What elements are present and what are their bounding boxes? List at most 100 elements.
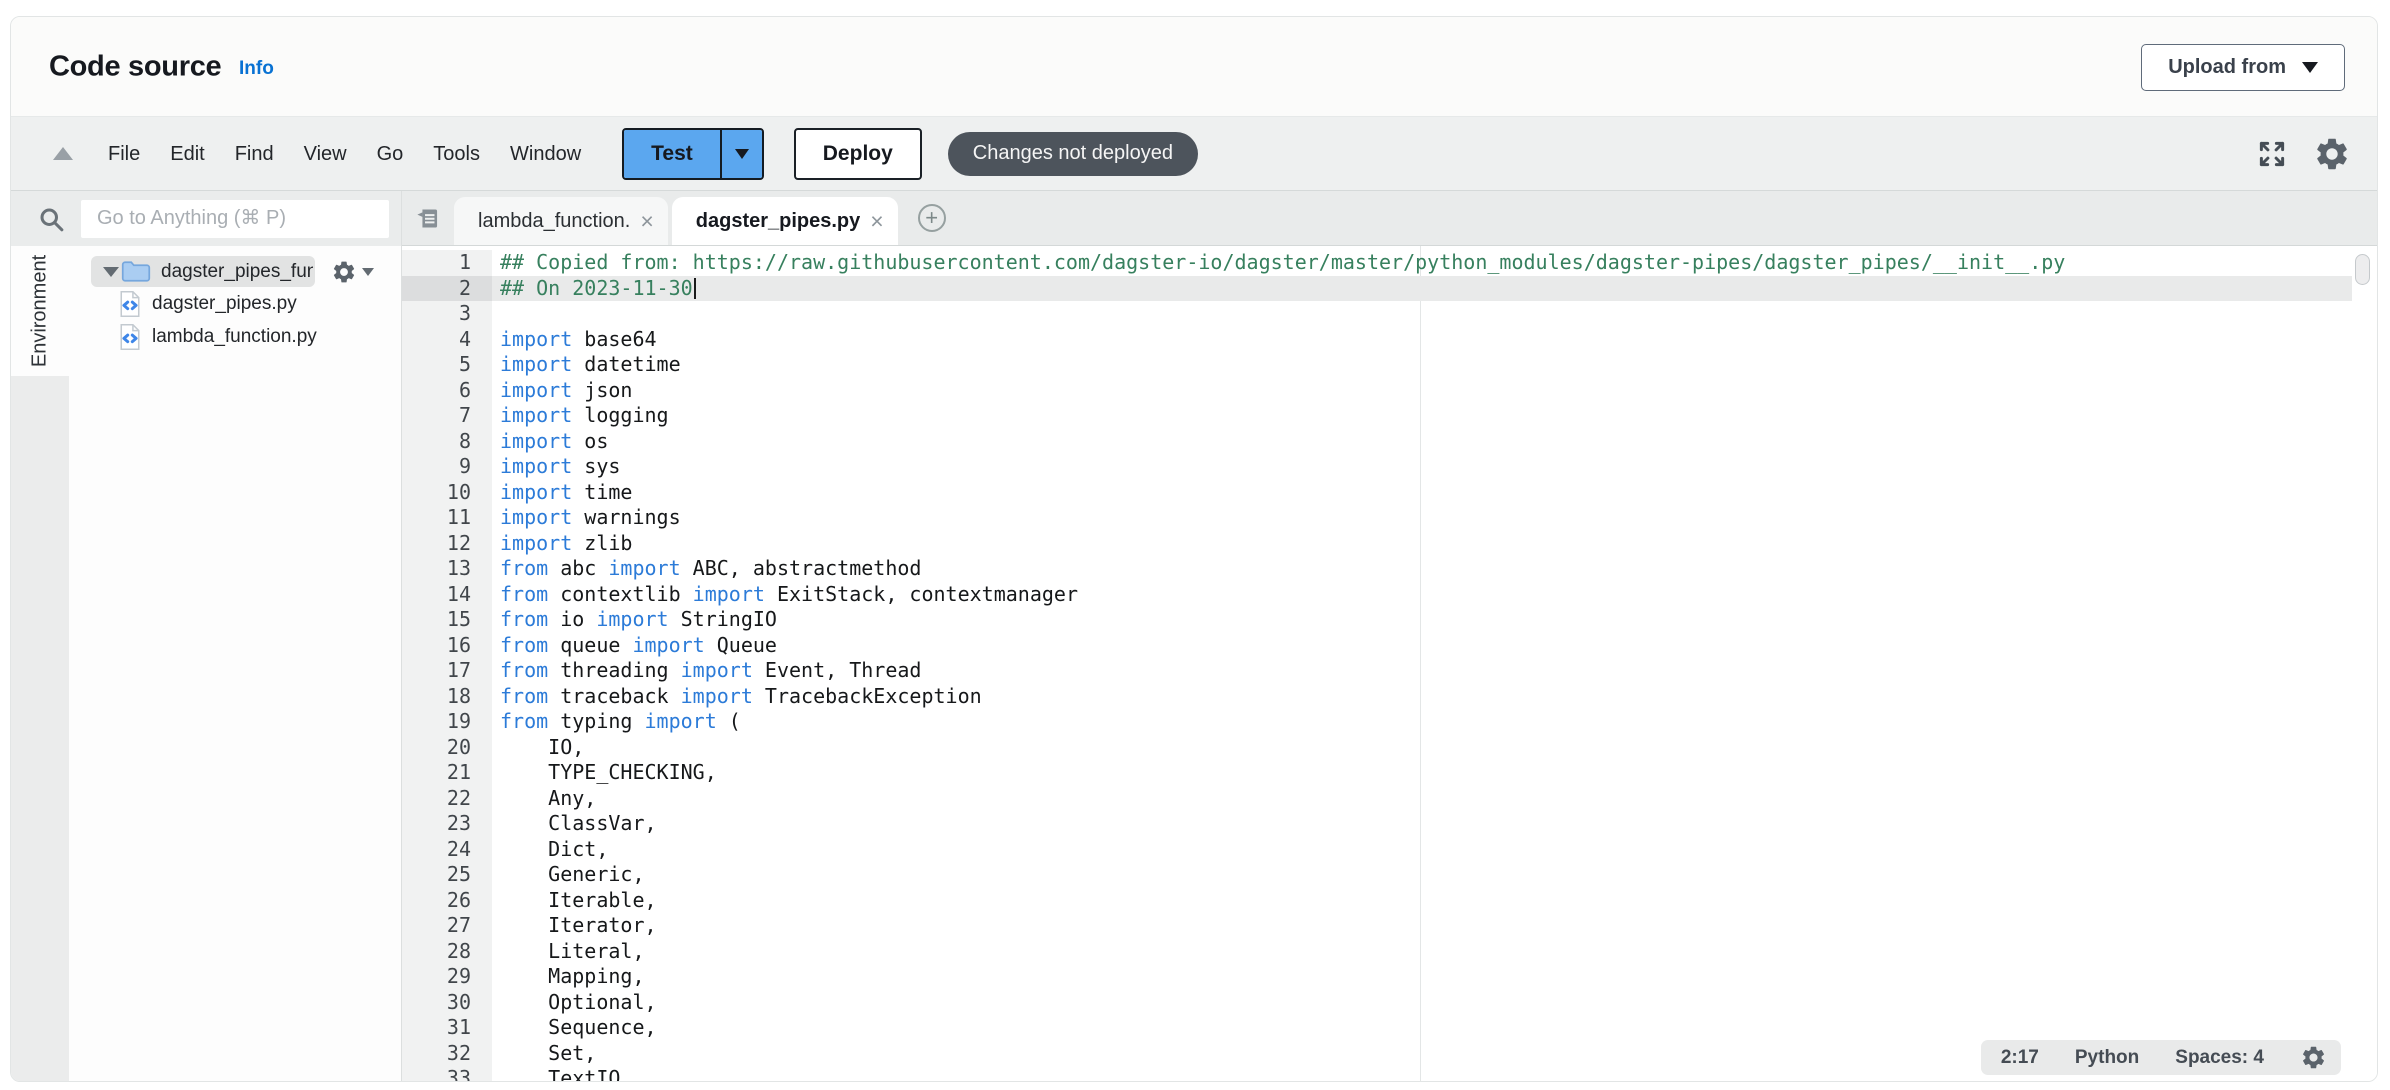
code-text: import datetime: [492, 352, 681, 378]
menubar-right: [2257, 135, 2377, 173]
code-line-6[interactable]: 6import json: [402, 378, 2352, 404]
code-line-29[interactable]: 29 Mapping,: [402, 964, 2352, 990]
code-line-12[interactable]: 12import zlib: [402, 531, 2352, 557]
menu-edit[interactable]: Edit: [155, 117, 219, 191]
line-number: 7: [402, 403, 492, 429]
code-text: [492, 301, 500, 327]
code-editor[interactable]: 1## Copied from: https://raw.githubuserc…: [402, 246, 2377, 1082]
vertical-scrollbar-thumb[interactable]: [2355, 254, 2370, 285]
menu-window[interactable]: Window: [495, 117, 596, 191]
chevron-down-icon[interactable]: [103, 267, 119, 277]
info-link[interactable]: Info: [239, 58, 274, 80]
code-line-3[interactable]: 3: [402, 301, 2352, 327]
tab-environment[interactable]: Environment: [11, 246, 69, 376]
code-text: Literal,: [492, 939, 645, 965]
deploy-button[interactable]: Deploy: [794, 128, 922, 180]
test-dropdown-button[interactable]: [720, 130, 762, 178]
tab-label: lambda_function.: [478, 210, 630, 233]
code-text: from contextlib import ExitStack, contex…: [492, 582, 1078, 608]
tree-files: dagster_pipes.pylambda_function.py: [69, 287, 401, 353]
code-line-26[interactable]: 26 Iterable,: [402, 888, 2352, 914]
editor-column: lambda_function.×dagster_pipes.py× + 1##…: [401, 191, 2377, 1082]
code-line-8[interactable]: 8import os: [402, 429, 2352, 455]
code-line-23[interactable]: 23 ClassVar,: [402, 811, 2352, 837]
line-number: 9: [402, 454, 492, 480]
code-line-17[interactable]: 17from threading import Event, Thread: [402, 658, 2352, 684]
code-line-5[interactable]: 5import datetime: [402, 352, 2352, 378]
menu-view[interactable]: View: [289, 117, 362, 191]
code-text: Iterator,: [492, 913, 657, 939]
line-number: 33: [402, 1066, 492, 1082]
tree-file-lambda-function-py[interactable]: lambda_function.py: [69, 320, 401, 353]
collapse-panel-icon[interactable]: [53, 147, 73, 160]
code-line-14[interactable]: 14from contextlib import ExitStack, cont…: [402, 582, 2352, 608]
indentation-setting[interactable]: Spaces: 4: [2175, 1047, 2264, 1069]
code-text: from abc import ABC, abstractmethod: [492, 556, 921, 582]
menu-file[interactable]: File: [93, 117, 155, 191]
page-title: Code source: [49, 51, 221, 84]
editor-tab-bar: lambda_function.×dagster_pipes.py× +: [402, 191, 2377, 246]
tree-file-dagster-pipes-py[interactable]: dagster_pipes.py: [69, 287, 401, 320]
code-line-4[interactable]: 4import base64: [402, 327, 2352, 353]
settings-gear-icon[interactable]: [2313, 135, 2351, 173]
code-line-2[interactable]: 2## On 2023-11-30: [402, 276, 2352, 302]
code-line-1[interactable]: 1## Copied from: https://raw.githubuserc…: [402, 250, 2352, 276]
code-line-25[interactable]: 25 Generic,: [402, 862, 2352, 888]
tree-settings-gear-icon[interactable]: [331, 259, 357, 285]
cursor-position[interactable]: 2:17: [2001, 1047, 2039, 1069]
code-text: import time: [492, 480, 632, 506]
close-icon[interactable]: ×: [870, 210, 883, 233]
tab-dagster-pipes-py[interactable]: dagster_pipes.py×: [672, 197, 898, 245]
code-line-27[interactable]: 27 Iterator,: [402, 913, 2352, 939]
code-line-19[interactable]: 19from typing import (: [402, 709, 2352, 735]
go-to-anything-input[interactable]: [81, 200, 389, 238]
fullscreen-icon[interactable]: [2257, 139, 2287, 169]
line-number: 13: [402, 556, 492, 582]
close-icon[interactable]: ×: [640, 210, 653, 233]
code-line-16[interactable]: 16from queue import Queue: [402, 633, 2352, 659]
line-number: 1: [402, 250, 492, 276]
code-text: TYPE_CHECKING,: [492, 760, 717, 786]
code-text: from queue import Queue: [492, 633, 777, 659]
tree-folder-row[interactable]: dagster_pipes_funct: [69, 256, 401, 287]
code-text: Generic,: [492, 862, 645, 888]
menu-go[interactable]: Go: [362, 117, 419, 191]
code-line-28[interactable]: 28 Literal,: [402, 939, 2352, 965]
line-number: 6: [402, 378, 492, 404]
menu-find[interactable]: Find: [220, 117, 289, 191]
code-line-9[interactable]: 9import sys: [402, 454, 2352, 480]
code-line-21[interactable]: 21 TYPE_CHECKING,: [402, 760, 2352, 786]
add-tab-icon[interactable]: +: [918, 204, 946, 232]
open-files-list-icon[interactable]: [414, 205, 441, 232]
line-number: 14: [402, 582, 492, 608]
file-tree: dagster_pipes_funct dagster_pipes.pylamb…: [69, 246, 401, 1082]
test-button[interactable]: Test: [624, 130, 720, 178]
code-text: Dict,: [492, 837, 608, 863]
code-line-7[interactable]: 7import logging: [402, 403, 2352, 429]
search-icon: [37, 205, 65, 233]
code-line-24[interactable]: 24 Dict,: [402, 837, 2352, 863]
editor-settings-gear-icon[interactable]: [2300, 1044, 2327, 1071]
line-number: 30: [402, 990, 492, 1016]
code-text: from traceback import TracebackException: [492, 684, 982, 710]
caret-down-icon[interactable]: [362, 268, 374, 276]
tab-lambda-function[interactable]: lambda_function. ×: [454, 197, 668, 245]
line-number: 3: [402, 301, 492, 327]
upload-from-button[interactable]: Upload from: [2141, 44, 2345, 91]
code-line-31[interactable]: 31 Sequence,: [402, 1015, 2352, 1041]
menu-tools[interactable]: Tools: [418, 117, 495, 191]
language-mode[interactable]: Python: [2075, 1047, 2139, 1069]
code-line-20[interactable]: 20 IO,: [402, 735, 2352, 761]
code-line-10[interactable]: 10import time: [402, 480, 2352, 506]
test-split-button: Test: [622, 128, 764, 180]
line-number: 18: [402, 684, 492, 710]
code-line-18[interactable]: 18from traceback import TracebackExcepti…: [402, 684, 2352, 710]
upload-from-label: Upload from: [2168, 56, 2286, 79]
code-line-13[interactable]: 13from abc import ABC, abstractmethod: [402, 556, 2352, 582]
menu-bar: FileEditFindViewGoToolsWindow Test Deplo…: [11, 117, 2377, 191]
code-line-11[interactable]: 11import warnings: [402, 505, 2352, 531]
code-text: ## Copied from: https://raw.githubuserco…: [492, 250, 2065, 276]
code-line-22[interactable]: 22 Any,: [402, 786, 2352, 812]
code-line-15[interactable]: 15from io import StringIO: [402, 607, 2352, 633]
code-line-30[interactable]: 30 Optional,: [402, 990, 2352, 1016]
